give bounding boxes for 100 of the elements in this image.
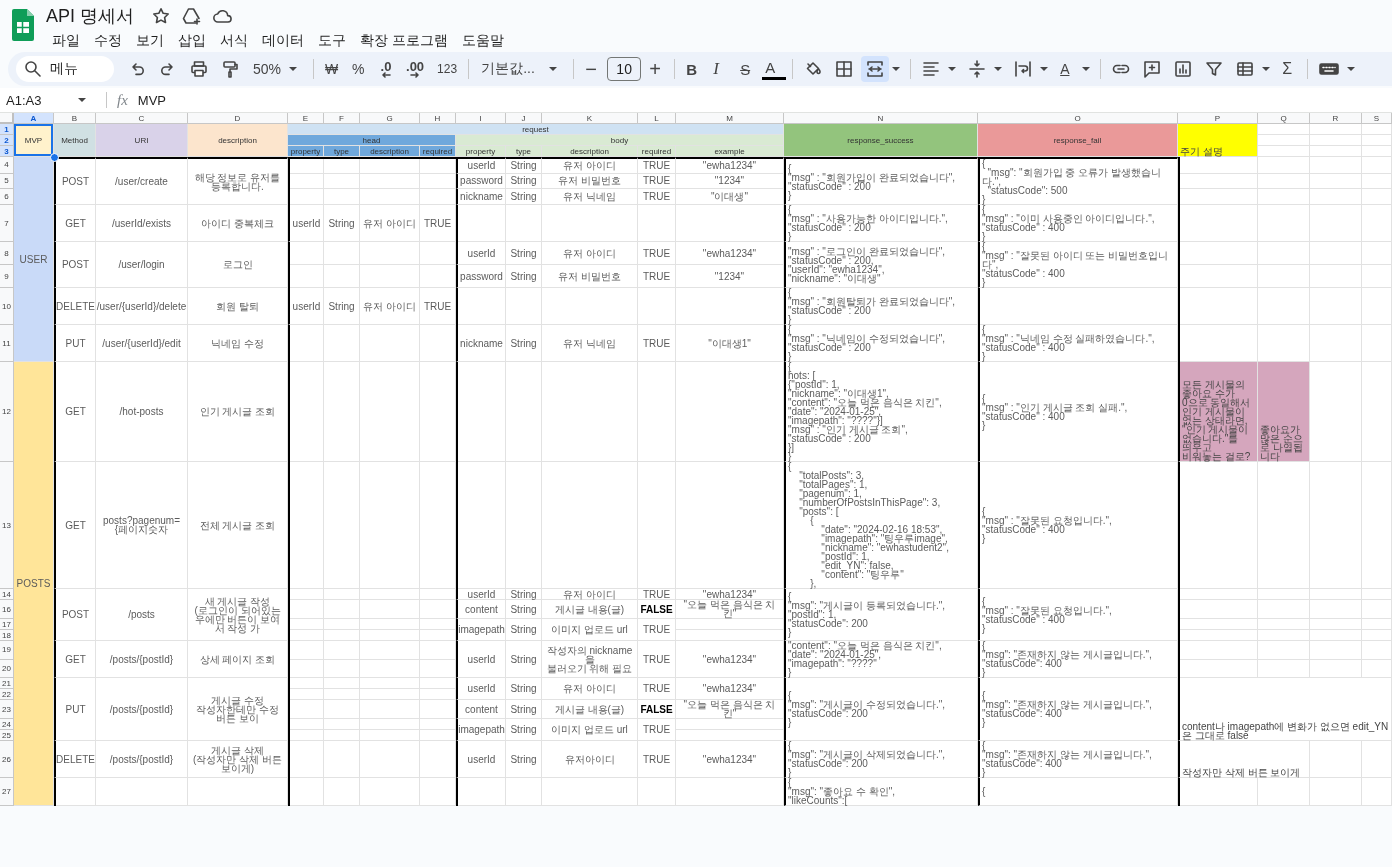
caret-icon[interactable] [1040,67,1049,71]
menu-item[interactable]: 수정 [88,31,128,51]
row-header[interactable]: 16 [0,600,14,619]
header-cell: body [456,135,784,146]
column-header[interactable]: G [360,113,420,124]
header-cell: type [324,146,360,157]
menu-item[interactable]: 삽입 [172,31,212,51]
row-header[interactable]: 12 [0,362,14,462]
document-title[interactable]: API 명세서 [46,4,134,28]
row-header[interactable]: 27 [0,778,14,806]
menu-item[interactable]: 보기 [130,31,170,51]
caret-icon[interactable] [289,67,298,71]
menu-item[interactable]: 데이터 [256,31,310,51]
column-header[interactable]: K [542,113,638,124]
table-cell: nickname [456,189,506,205]
table-cell: { "msg" : "잘못된 아이디 또는 비밀번호입니다", "statusCode" : 400 } [978,242,1178,288]
column-header[interactable]: R [1310,113,1362,124]
header-cell: response_success [784,124,978,157]
row-header[interactable]: 23 [0,700,14,719]
caret-icon[interactable] [1347,67,1356,71]
column-header[interactable]: E [288,113,324,124]
font-size-decrease-button[interactable]: − [580,56,605,82]
column-header[interactable]: Q [1258,113,1310,124]
caret-icon[interactable] [1082,67,1091,71]
decimal-decrease-button[interactable]: .0 [374,56,399,82]
font-size-increase-button[interactable]: + [644,56,669,82]
caret-icon[interactable] [1262,67,1271,71]
column-header[interactable]: M [676,113,784,124]
formula-label: fx [117,91,128,109]
table-cell: userId [456,157,506,174]
strikethrough-button[interactable]: S [735,56,760,82]
header-cell: request [288,124,784,135]
menu-item[interactable]: 도움말 [455,31,510,51]
functions-button[interactable]: Σ [1277,56,1302,82]
triangle-plus-icon[interactable] [182,7,201,25]
column-header[interactable]: C [96,113,188,124]
row-header[interactable]: 4 [0,157,14,174]
table-cell: USER [14,157,54,362]
table-cell: 주기 설명 [1178,124,1258,157]
caret-icon[interactable] [549,67,558,71]
column-header[interactable]: F [324,113,360,124]
table-cell: content나 imagepath에 변화가 없으면 edit_YN은 그대로 false [1178,678,1392,741]
header-cell: property [288,146,324,157]
search-field[interactable]: 메뉴 [16,56,114,82]
caret-icon[interactable] [892,67,901,71]
font-size-field[interactable]: 10 [607,57,642,81]
menu-item[interactable]: 확장 프로그램 [354,31,454,51]
row-header[interactable]: 26 [0,741,14,778]
header-cell: URI [96,124,188,157]
row-header[interactable]: 7 [0,205,14,242]
menu-item[interactable]: 서식 [214,31,254,51]
column-header[interactable]: A [14,113,54,124]
row-header[interactable]: 19 [0,641,14,660]
row-header[interactable]: 13 [0,462,14,589]
text-rotation-button[interactable]: A [1055,56,1080,82]
column-header[interactable]: J [506,113,542,124]
search-icon [24,60,42,78]
name-box-text: A1:A3 [6,92,42,108]
column-header[interactable]: B [54,113,96,124]
menu-item[interactable]: 파일 [46,31,86,51]
row-header[interactable]: 9 [0,265,14,288]
column-header[interactable]: L [638,113,676,124]
bold-button[interactable]: B [681,56,706,82]
name-box[interactable]: A1:A3 [0,89,96,111]
caret-icon[interactable] [994,67,1003,71]
italic-button[interactable]: I [708,56,733,82]
column-header[interactable]: N [784,113,978,124]
percent-button[interactable]: % [347,56,372,82]
caret-icon[interactable] [948,67,957,71]
column-header[interactable]: I [456,113,506,124]
currency-button[interactable]: ₩ [320,56,345,82]
cloud-icon[interactable] [213,7,233,25]
column-header[interactable]: S [1362,113,1392,124]
zoom-dropdown[interactable]: 50% [247,56,308,82]
header-cell: description [360,146,420,157]
table-cell: POST [54,157,96,205]
column-header[interactable]: P [1178,113,1258,124]
row-header[interactable]: 8 [0,242,14,265]
merge-cells-icon[interactable] [861,56,890,82]
column-header[interactable]: D [188,113,288,124]
font-dropdown[interactable]: 기본값... [475,56,568,82]
header-cell: MVP [14,124,54,157]
star-icon[interactable] [152,7,170,25]
column-header[interactable]: H [420,113,456,124]
arrow-right-icon [410,71,421,78]
row-header[interactable]: 10 [0,288,14,325]
decimal-increase-button[interactable]: .00 [401,56,430,82]
spreadsheet-logo-icon[interactable] [12,9,34,41]
menu-item[interactable]: 도구 [312,31,352,51]
header-cell: required [420,146,456,157]
number-format-button[interactable]: 123 [432,56,463,82]
row-header[interactable]: 11 [0,325,14,362]
table-cell: "content": "오늘 먹은 음식은 치킨", "date": "2024-01-25", "imagepath": "????" } [784,641,978,678]
column-header[interactable]: O [978,113,1178,124]
formula-field[interactable]: MVP [137,92,166,108]
caret-icon[interactable] [78,98,86,102]
text-color-button[interactable]: A [762,58,787,80]
header-cell: Method [54,124,96,157]
row-header[interactable]: 6 [0,189,14,205]
table-cell: POSTS [14,362,54,806]
